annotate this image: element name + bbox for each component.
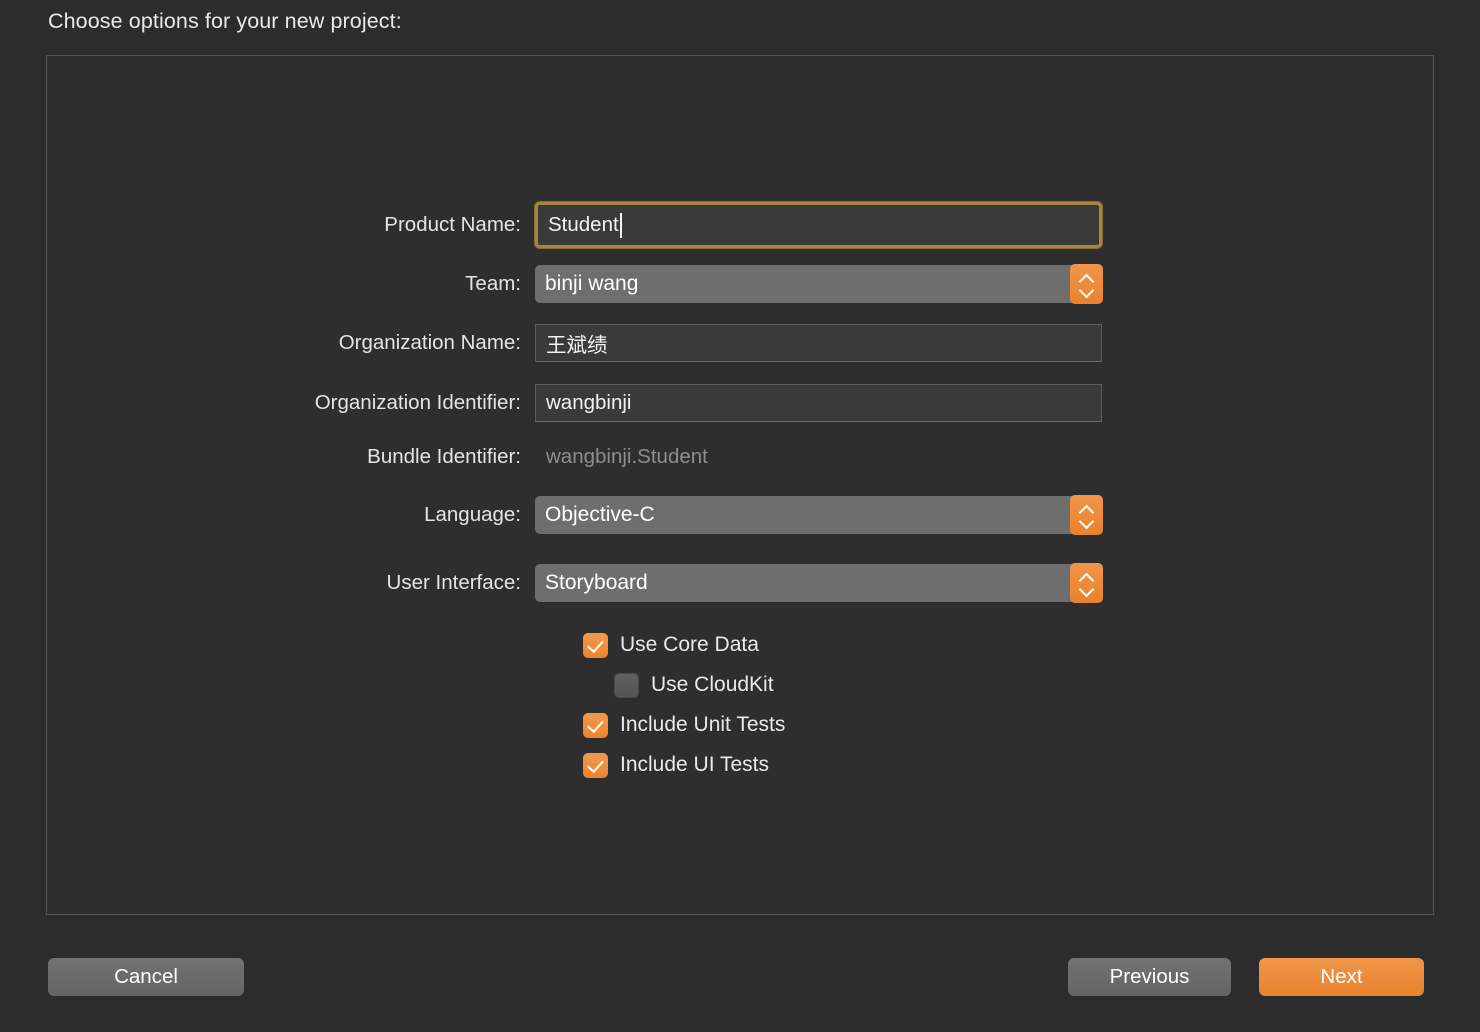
- checkbox-unchecked-icon[interactable]: [614, 672, 639, 698]
- team-value: binji wang: [545, 272, 639, 295]
- bundle-identifier-label: Bundle Identifier:: [367, 445, 521, 468]
- options-panel: Product Name: Student Team: binji wang O…: [46, 55, 1434, 915]
- organization-name-input[interactable]: 王斌绩: [535, 324, 1102, 362]
- organization-identifier-label: Organization Identifier:: [314, 391, 521, 414]
- form-row-team: Team: binji wang: [47, 264, 1103, 304]
- previous-button[interactable]: Previous: [1068, 958, 1231, 996]
- checkbox-label: Include Unit Tests: [620, 713, 786, 736]
- chevron-down-icon: [1080, 286, 1093, 294]
- chevron-down-icon: [1080, 517, 1093, 525]
- form-row-product-name: Product Name: Student: [47, 202, 1102, 248]
- page-title: Choose options for your new project:: [48, 9, 402, 33]
- form-row-user-interface: User Interface: Storyboard: [47, 563, 1103, 603]
- checkbox-include-ui-tests[interactable]: Include UI Tests: [583, 750, 769, 780]
- language-value: Objective-C: [545, 503, 655, 526]
- organization-name-value: 王斌绩: [546, 334, 608, 357]
- team-label: Team:: [465, 272, 521, 295]
- checkbox-checked-icon[interactable]: [583, 752, 608, 778]
- user-interface-label: User Interface:: [386, 571, 521, 594]
- team-popup-button[interactable]: binji wang: [535, 264, 1103, 304]
- cancel-button[interactable]: Cancel: [48, 958, 244, 996]
- form-row-bundle-identifier: Bundle Identifier: wangbinji.Student: [47, 438, 708, 476]
- form-row-organization-name: Organization Name: 王斌绩: [47, 324, 1102, 362]
- user-interface-popup-button[interactable]: Storyboard: [535, 563, 1103, 603]
- user-interface-value: Storyboard: [545, 571, 648, 594]
- chevron-up-down-icon[interactable]: [1070, 264, 1103, 304]
- checkbox-checked-icon[interactable]: [583, 632, 608, 658]
- bundle-identifier-value: wangbinji.Student: [546, 445, 708, 468]
- chevron-up-down-icon[interactable]: [1070, 495, 1103, 535]
- language-label: Language:: [424, 503, 521, 526]
- checkbox-label: Use Core Data: [620, 633, 759, 656]
- chevron-down-icon: [1080, 585, 1093, 593]
- checkbox-include-unit-tests[interactable]: Include Unit Tests: [583, 710, 785, 740]
- product-name-input[interactable]: Student: [535, 202, 1102, 248]
- checkbox-use-core-data[interactable]: Use Core Data: [583, 630, 759, 660]
- checkbox-use-cloudkit[interactable]: Use CloudKit: [614, 670, 774, 700]
- organization-identifier-input[interactable]: wangbinji: [535, 384, 1102, 422]
- new-project-options-dialog: Choose options for your new project: Pro…: [0, 0, 1480, 1032]
- checkbox-checked-icon[interactable]: [583, 712, 608, 738]
- product-name-value: Student: [548, 213, 619, 236]
- chevron-up-icon: [1080, 574, 1093, 582]
- form-row-language: Language: Objective-C: [47, 495, 1103, 535]
- organization-name-label: Organization Name:: [338, 331, 521, 354]
- product-name-label: Product Name:: [384, 213, 521, 236]
- chevron-up-icon: [1080, 275, 1093, 283]
- organization-identifier-value: wangbinji: [546, 391, 632, 414]
- next-button[interactable]: Next: [1259, 958, 1424, 996]
- text-caret: [619, 212, 622, 238]
- checkbox-label: Use CloudKit: [651, 673, 774, 696]
- form-row-organization-identifier: Organization Identifier: wangbinji: [47, 384, 1102, 422]
- checkbox-label: Include UI Tests: [620, 753, 770, 776]
- chevron-up-icon: [1080, 506, 1093, 514]
- language-popup-button[interactable]: Objective-C: [535, 495, 1103, 535]
- chevron-up-down-icon[interactable]: [1070, 563, 1103, 603]
